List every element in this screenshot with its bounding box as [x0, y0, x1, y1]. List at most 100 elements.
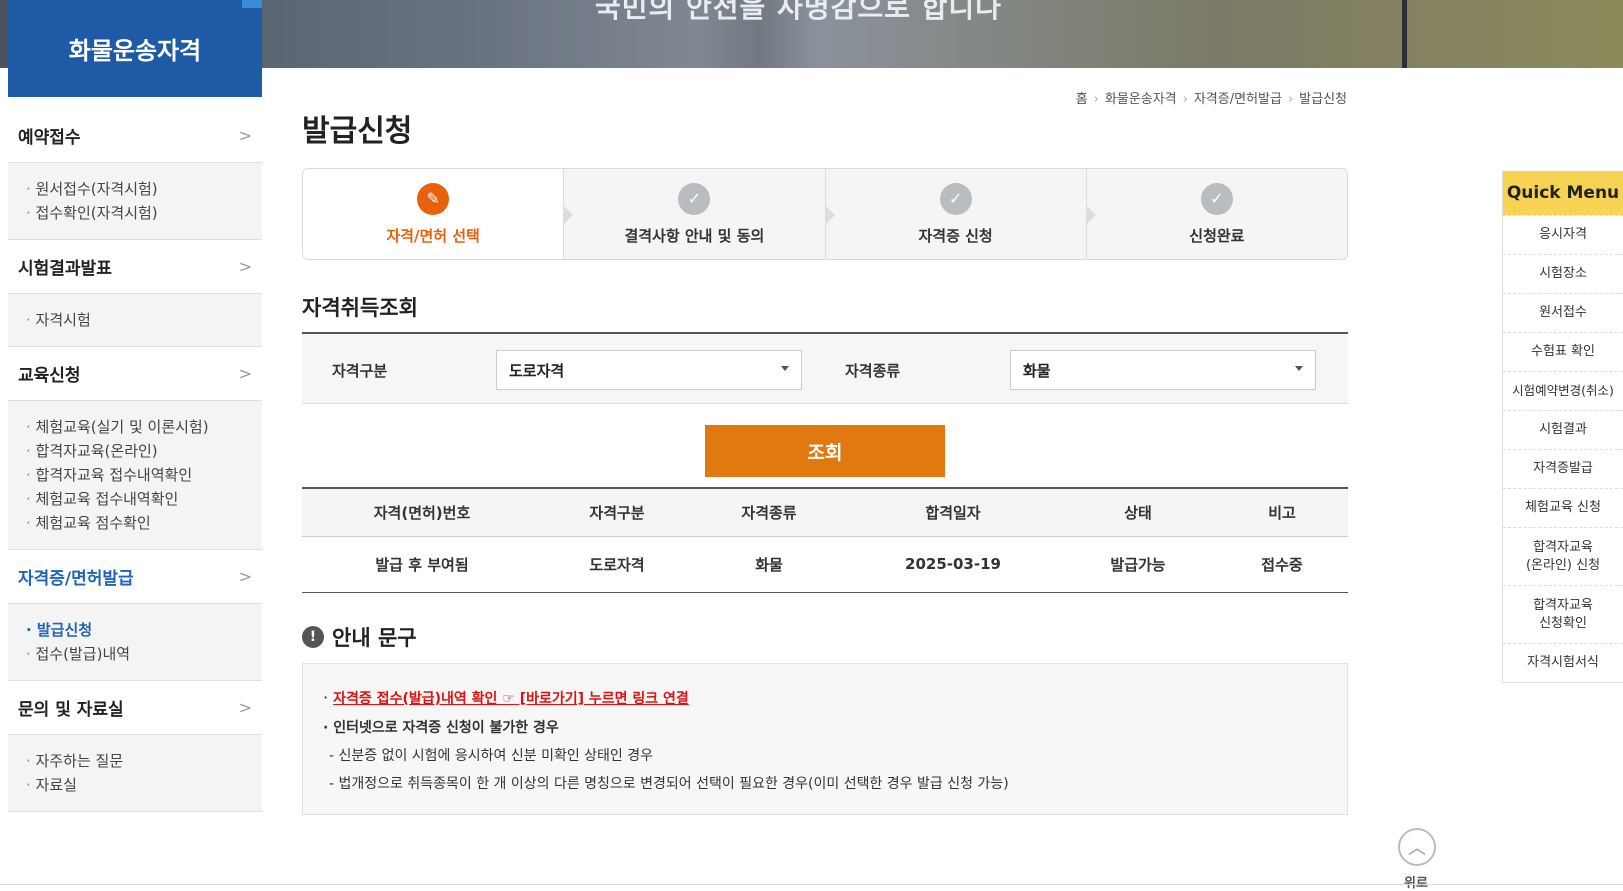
table-cell: 2025-03-19 — [846, 536, 1060, 593]
sidebar-section-label: 예약접수 — [18, 128, 81, 148]
quick-item-reservation-change[interactable]: 시험예약변경(취소) — [1503, 371, 1623, 410]
notice-link-line: · 자격증 접수(발급)내역 확인 ☞ [바로가기] 누르면 링크 연결 — [323, 688, 689, 707]
sidebar-section-results[interactable]: 시험결과발표 > — [8, 240, 262, 294]
sidebar-item-education-history[interactable]: 합격자교육 접수내역확인 — [26, 463, 244, 487]
sidebar: 예약접수 > 원서접수(자격시험) 접수확인(자격시험) 시험결과발표 > 자격… — [8, 109, 262, 812]
sidebar-section-support[interactable]: 문의 및 자료실 > — [8, 681, 262, 735]
step-label: 결격사항 안내 및 동의 — [624, 226, 765, 245]
sidebar-sublist: 원서접수(자격시험) 접수확인(자격시험) — [8, 163, 262, 240]
quick-item-experience-education[interactable]: 체험교육 신청 — [1503, 488, 1623, 527]
quick-item-eligibility[interactable]: 응시자격 — [1503, 215, 1623, 254]
search-section-title: 자격취득조회 — [302, 296, 418, 320]
sidebar-item-experience-history[interactable]: 체험교육 접수내역확인 — [26, 487, 244, 511]
quick-item-application[interactable]: 원서접수 — [1503, 293, 1623, 332]
quick-item-education-check[interactable]: 합격자교육 신청확인 — [1503, 585, 1623, 643]
quick-item-admission-ticket[interactable]: 수험표 확인 — [1503, 332, 1623, 371]
sidebar-sublist: 자주하는 질문 자료실 — [8, 735, 262, 812]
sidebar-item-faq[interactable]: 자주하는 질문 — [26, 749, 244, 773]
category-select-value: 도로자격 — [509, 361, 565, 380]
breadcrumb-home[interactable]: 홈 — [1076, 92, 1088, 107]
search-panel: 자격구분 도로자격 자격종류 화물 — [302, 332, 1348, 404]
step-complete: ✓ 신청완료 — [1085, 169, 1347, 259]
chevron-right-icon: > — [238, 567, 252, 586]
table-cell: 접수중 — [1216, 536, 1348, 593]
sidebar-title: 화물운송자격 — [8, 0, 262, 97]
check-icon: ✓ — [678, 182, 711, 215]
chevron-right-icon: > — [238, 257, 252, 276]
type-select[interactable]: 화물 — [1010, 350, 1316, 390]
chevron-down-icon — [1295, 366, 1303, 371]
step-agreement: ✓ 결격사항 안내 및 동의 — [563, 169, 825, 259]
step-arrow-icon — [1085, 205, 1096, 225]
footer-divider — [0, 884, 1623, 885]
notice-line: - 법개정으로 취득종목이 한 개 이상의 다른 명칭으로 변경되어 선택이 필… — [329, 776, 1009, 792]
sidebar-item-issue-request[interactable]: 발급신청 — [26, 618, 244, 642]
quick-item-exam-forms[interactable]: 자격시험서식 — [1503, 643, 1623, 682]
result-table: 자격(면허)번호 자격구분 자격종류 합격일자 상태 비고 발급 후 부여됨 도… — [302, 487, 1348, 593]
column-header: 자격구분 — [542, 487, 692, 537]
sidebar-section-label: 자격증/면허발급 — [18, 569, 134, 589]
check-icon: ✓ — [939, 182, 972, 215]
sidebar-item-exam[interactable]: 자격시험 — [26, 308, 244, 332]
exclamation-icon: ! — [302, 626, 324, 648]
table-header-row: 자격(면허)번호 자격구분 자격종류 합격일자 상태 비고 — [302, 487, 1348, 537]
sidebar-section-education[interactable]: 교육신청 > — [8, 347, 262, 401]
sidebar-item-issue-history[interactable]: 접수(발급)내역 — [26, 642, 244, 666]
sidebar-item-resources[interactable]: 자료실 — [26, 773, 244, 797]
quick-item-license-issue[interactable]: 자격증발급 — [1503, 449, 1623, 488]
breadcrumb: 홈 › 화물운송자격 › 자격증/면허발급 › 발급신청 — [1050, 88, 1347, 107]
breadcrumb-item[interactable]: 화물운송자격 — [1105, 92, 1177, 107]
step-arrow-icon — [824, 205, 835, 225]
sidebar-section-license[interactable]: 자격증/면허발급 > — [8, 550, 262, 604]
column-header: 상태 — [1060, 487, 1216, 537]
banner-pole — [1402, 0, 1407, 68]
step-label: 자격/면허 선택 — [386, 226, 480, 245]
notice-title: ! 안내 문구 — [302, 622, 417, 652]
sidebar-item-application[interactable]: 원서접수(자격시험) — [26, 177, 244, 201]
notice-box: · 자격증 접수(발급)내역 확인 ☞ [바로가기] 누르면 링크 연결 · 인… — [302, 663, 1348, 815]
quick-menu: Quick Menu 응시자격 시험장소 원서접수 수험표 확인 시험예약변경(… — [1502, 171, 1623, 683]
sidebar-section-label: 문의 및 자료실 — [18, 700, 124, 720]
category-label: 자격구분 — [332, 362, 388, 380]
column-header: 자격(면허)번호 — [302, 487, 542, 537]
breadcrumb-separator-icon: › — [1182, 92, 1188, 107]
quick-item-results[interactable]: 시험결과 — [1503, 410, 1623, 449]
type-select-value: 화물 — [1023, 361, 1051, 380]
sidebar-section-label: 시험결과발표 — [18, 259, 112, 279]
column-header: 합격일자 — [846, 487, 1060, 537]
sidebar-item-experience-education[interactable]: 체험교육(실기 및 이론시험) — [26, 415, 244, 439]
page-title: 발급신청 — [302, 114, 413, 149]
chevron-right-icon: > — [238, 126, 252, 145]
step-label: 신청완료 — [1189, 226, 1245, 245]
step-arrow-icon — [563, 205, 574, 225]
notice-title-text: 안내 문구 — [332, 626, 417, 650]
sidebar-sublist: 발급신청 접수(발급)내역 — [8, 604, 262, 681]
sidebar-sublist: 자격시험 — [8, 294, 262, 347]
breadcrumb-item[interactable]: 자격증/면허발급 — [1194, 92, 1282, 107]
sidebar-section-reservation[interactable]: 예약접수 > — [8, 109, 262, 163]
quick-menu-title: Quick Menu — [1503, 171, 1623, 215]
table-row: 발급 후 부여됨 도로자격 화물 2025-03-19 발급가능 접수중 — [302, 536, 1348, 593]
table-cell: 화물 — [692, 536, 846, 593]
breadcrumb-separator-icon: › — [1093, 92, 1099, 107]
scroll-top-button[interactable]: ︿ — [1398, 828, 1436, 866]
issue-history-link[interactable]: 자격증 접수(발급)내역 확인 ☞ [바로가기] 누르면 링크 연결 — [333, 691, 689, 707]
breadcrumb-current: 발급신청 — [1299, 92, 1347, 107]
notice-line: - 신분증 없이 시험에 응시하여 신분 미확인 상태인 경우 — [329, 748, 654, 764]
sidebar-item-experience-score[interactable]: 체험교육 점수확인 — [26, 511, 244, 535]
sidebar-item-online-education[interactable]: 합격자교육(온라인) — [26, 439, 244, 463]
category-select[interactable]: 도로자격 — [496, 350, 802, 390]
check-icon: ✓ — [1200, 182, 1233, 215]
chevron-right-icon: > — [238, 698, 252, 717]
quick-item-online-education[interactable]: 합격자교육 (온라인) 신청 — [1503, 527, 1623, 585]
column-header: 비고 — [1216, 487, 1348, 537]
quick-item-exam-location[interactable]: 시험장소 — [1503, 254, 1623, 293]
query-button[interactable]: 조회 — [705, 425, 945, 477]
table-cell: 도로자격 — [542, 536, 692, 593]
notice-line-text: 인터넷으로 자격증 신청이 불가한 경우 — [333, 720, 559, 736]
progress-steps: ✎ 자격/면허 선택 ✓ 결격사항 안내 및 동의 ✓ 자격증 신청 ✓ 신청완… — [302, 168, 1348, 260]
scroll-top-label[interactable]: 위로 — [1404, 872, 1428, 891]
notice-line: · 인터넷으로 자격증 신청이 불가한 경우 — [323, 720, 559, 736]
sidebar-item-application-check[interactable]: 접수확인(자격시험) — [26, 201, 244, 225]
pencil-icon: ✎ — [417, 182, 450, 215]
